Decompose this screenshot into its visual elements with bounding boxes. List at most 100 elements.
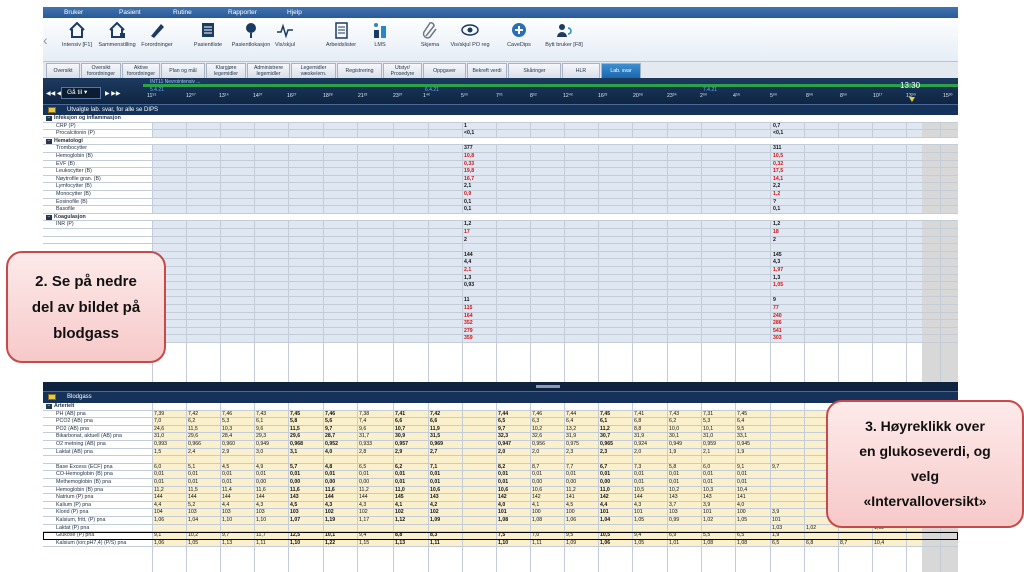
group-header[interactable]: − Hematologi: [43, 137, 958, 146]
gas-value[interactable]: 2,7: [430, 449, 437, 456]
toolbar-button[interactable]: Pasientliste: [186, 20, 230, 58]
gas-value[interactable]: 143: [703, 494, 712, 501]
result-value[interactable]: 16,7: [464, 176, 474, 183]
gas-value[interactable]: 0,947: [498, 441, 511, 448]
gas-value[interactable]: 10,2: [669, 487, 679, 494]
gas-value[interactable]: 102: [395, 509, 404, 516]
gas-value[interactable]: 9,7: [325, 426, 332, 433]
gas-value[interactable]: 10,1: [703, 426, 713, 433]
collapse-icon[interactable]: −: [46, 214, 52, 220]
gas-value[interactable]: 6,0: [703, 464, 710, 471]
gas-value[interactable]: 1,08: [737, 540, 747, 547]
gas-value[interactable]: 2,0: [498, 449, 505, 456]
gas-value[interactable]: 0,01: [222, 479, 232, 486]
result-value[interactable]: 1,2: [773, 191, 780, 198]
gas-value[interactable]: 7,43: [256, 411, 266, 418]
gas-value[interactable]: 6,2: [395, 464, 402, 471]
result-value[interactable]: 10,5: [773, 153, 783, 160]
result-value[interactable]: 1,3: [464, 275, 471, 282]
gas-value[interactable]: 1,19: [325, 517, 335, 524]
result-value[interactable]: 303: [773, 335, 782, 342]
gas-value[interactable]: 6,1: [600, 418, 607, 425]
gas-value[interactable]: 144: [256, 494, 265, 501]
result-value[interactable]: 2,1: [464, 183, 471, 190]
gas-value[interactable]: 144: [634, 494, 643, 501]
gas-value[interactable]: 6,6: [430, 418, 437, 425]
gas-value[interactable]: 103: [669, 509, 678, 516]
gas-value[interactable]: 4,3: [359, 502, 366, 509]
nav-forward-icon[interactable]: ▶ ▶▶: [105, 90, 121, 97]
gas-value[interactable]: 32,3: [498, 433, 508, 440]
gas-value[interactable]: 0,01: [395, 471, 405, 478]
gas-value[interactable]: 5,1: [188, 464, 195, 471]
gas-value[interactable]: 9,7: [498, 426, 505, 433]
gas-value[interactable]: 11,4: [222, 487, 232, 494]
gas-value[interactable]: 7,46: [222, 411, 232, 418]
gas-value[interactable]: 11,5: [188, 487, 198, 494]
result-value[interactable]: 311: [773, 145, 781, 152]
gas-value[interactable]: 0,965: [600, 441, 613, 448]
tab-item[interactable]: Registrering: [337, 63, 382, 78]
gas-value[interactable]: 100: [566, 509, 575, 516]
gas-value[interactable]: 10,0: [669, 426, 679, 433]
menu-item[interactable]: Rutine: [173, 9, 192, 16]
gas-value[interactable]: 4,0: [737, 502, 744, 509]
gas-value[interactable]: 1,06: [566, 517, 576, 524]
splitter-handle[interactable]: [536, 385, 560, 388]
gas-value[interactable]: 1,08: [532, 517, 542, 524]
result-value[interactable]: 0,93: [464, 282, 474, 289]
gas-value[interactable]: 10,6: [430, 487, 440, 494]
tab-item[interactable]: Skåringer: [508, 63, 561, 78]
gas-value[interactable]: 0,956: [532, 441, 545, 448]
gas-value[interactable]: 11,5: [290, 426, 300, 433]
gas-value[interactable]: 31,7: [359, 433, 369, 440]
gas-value[interactable]: 10,5: [634, 487, 644, 494]
gas-value[interactable]: 1,03: [772, 525, 782, 532]
gas-value[interactable]: 11,2: [566, 487, 576, 494]
result-value[interactable]: 17: [464, 229, 470, 236]
gas-value[interactable]: 0,01: [498, 471, 508, 478]
gas-value[interactable]: 4,0: [325, 449, 332, 456]
gas-value[interactable]: 0,00: [290, 479, 300, 486]
gas-value[interactable]: 0,957: [395, 441, 408, 448]
gas-value[interactable]: 4,5: [290, 502, 297, 509]
gas-value[interactable]: 1,10: [498, 540, 508, 547]
gas-value[interactable]: 10,4: [737, 487, 747, 494]
gas-value[interactable]: 31,5: [430, 433, 440, 440]
gas-value[interactable]: 4,2: [430, 502, 437, 509]
result-value[interactable]: 115: [464, 305, 472, 312]
tab-item[interactable]: Aktive forordninger: [122, 63, 160, 78]
gas-value[interactable]: 1,22: [325, 540, 335, 547]
goto-dropdown[interactable]: Gå til ▾: [61, 87, 101, 99]
gas-value[interactable]: 6,8: [634, 418, 641, 425]
gas-value[interactable]: 0,01: [290, 471, 300, 478]
collapse-icon[interactable]: −: [46, 116, 52, 121]
tab-item[interactable]: Legemidler væske/ern.: [291, 63, 336, 78]
gas-value[interactable]: 0,01: [188, 471, 198, 478]
gas-value[interactable]: 0,01: [430, 471, 440, 478]
tab-item[interactable]: Bekreft verdi: [467, 63, 507, 78]
gas-value[interactable]: 0,01: [395, 479, 405, 486]
gas-value[interactable]: 9,6: [256, 426, 263, 433]
gas-value[interactable]: 11,2: [359, 487, 369, 494]
gas-value[interactable]: 100: [532, 509, 541, 516]
gas-value[interactable]: 0,01: [737, 479, 747, 486]
gas-value[interactable]: 1,04: [600, 517, 610, 524]
gas-value[interactable]: 9,6: [359, 426, 366, 433]
gas-value[interactable]: 5,3: [222, 418, 229, 425]
gas-value[interactable]: 6,2: [669, 418, 676, 425]
gas-value[interactable]: 0,00: [566, 479, 576, 486]
gas-value[interactable]: 4,4: [154, 502, 161, 509]
gas-value[interactable]: 143: [290, 494, 299, 501]
gas-value[interactable]: 0,99: [669, 517, 679, 524]
result-value[interactable]: 18: [773, 229, 779, 236]
menu-item[interactable]: Pasient: [119, 9, 141, 16]
gas-value[interactable]: 33,1: [737, 433, 747, 440]
gas-value[interactable]: 0,01: [634, 471, 644, 478]
gas-value[interactable]: 1,06: [154, 540, 164, 547]
result-value[interactable]: 279: [464, 328, 473, 335]
gas-value[interactable]: 1,11: [532, 540, 542, 547]
gas-value[interactable]: 2,4: [188, 449, 195, 456]
gas-value[interactable]: 7,42: [188, 411, 198, 418]
toolbar-button[interactable]: Forordninger: [135, 20, 179, 58]
